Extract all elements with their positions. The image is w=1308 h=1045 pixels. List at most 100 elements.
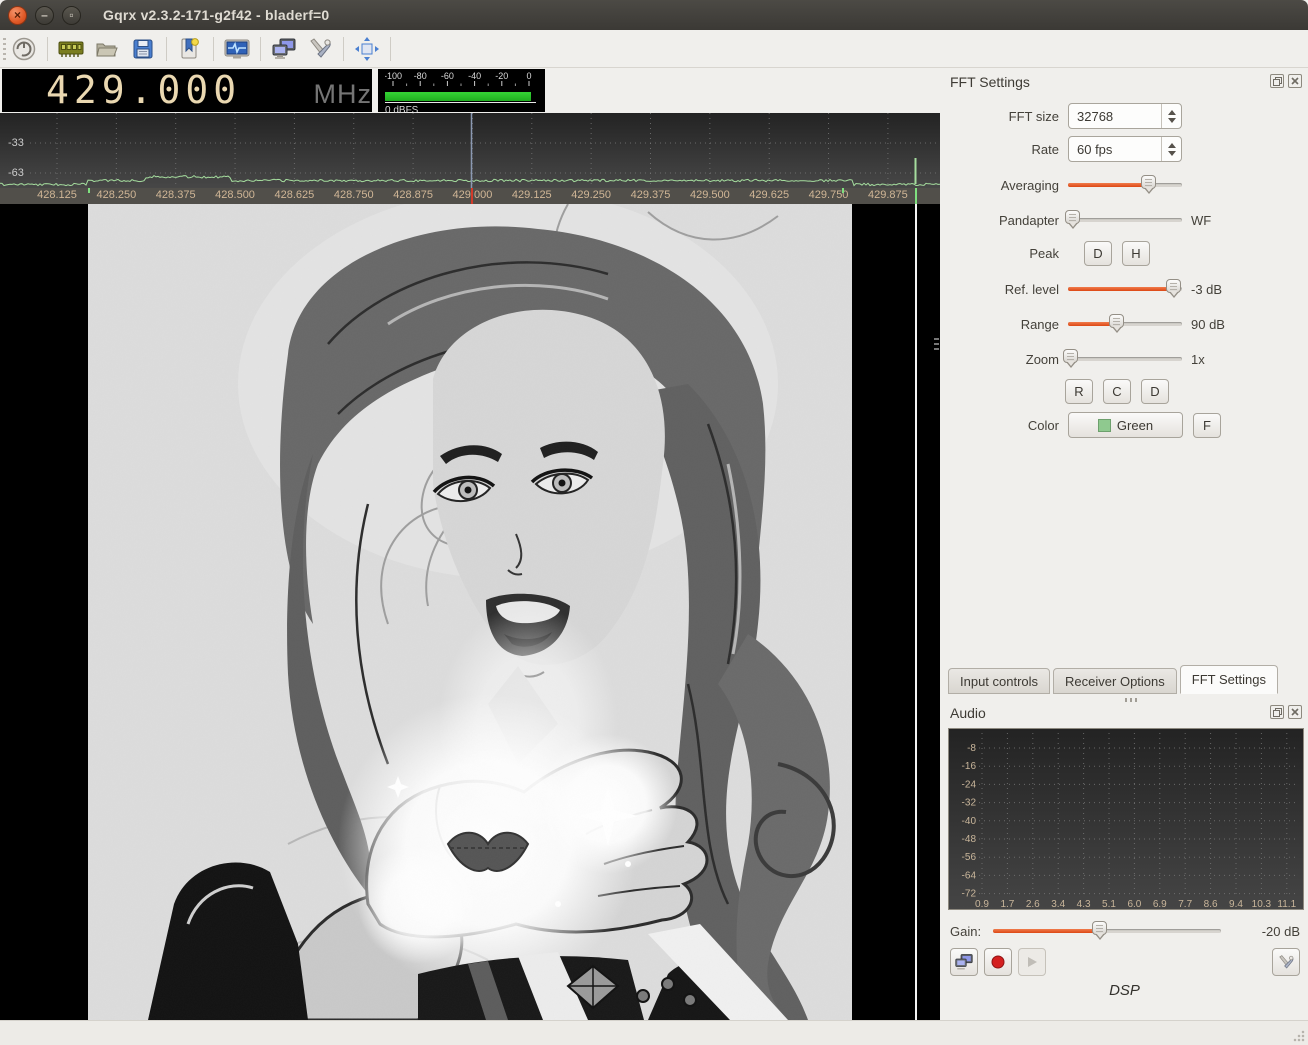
tab-fft-settings[interactable]: FFT Settings <box>1179 665 1278 694</box>
dsp-button[interactable]: DSP <box>941 982 1308 999</box>
svg-text:-8: -8 <box>967 743 976 754</box>
audio-play-button[interactable] <box>1018 948 1046 976</box>
float-icon <box>1272 76 1282 86</box>
waterfall-display[interactable] <box>0 204 940 1020</box>
audio-options-button[interactable] <box>1272 948 1300 976</box>
svg-text:-80: -80 <box>414 71 427 81</box>
fft-size-value: 32768 <box>1077 108 1114 124</box>
tab-input-controls[interactable]: Input controls <box>948 668 1051 694</box>
gain-slider[interactable] <box>993 920 1222 942</box>
save-button[interactable] <box>125 33 161 65</box>
zoom-reset-button[interactable]: R <box>1065 378 1093 404</box>
svg-text:-48: -48 <box>962 834 977 845</box>
frequency-scale-tick: 429.875 <box>868 189 908 201</box>
rate-spinbox[interactable]: 60 fps <box>1068 136 1182 162</box>
frequency-scale-tick: 429.375 <box>630 189 671 201</box>
bookmarks-button[interactable] <box>172 33 208 65</box>
close-button[interactable]: × <box>8 5 27 25</box>
slider-handle[interactable] <box>1064 210 1080 229</box>
memory-chip-icon <box>58 41 84 57</box>
slider-handle[interactable] <box>1063 349 1079 368</box>
audio-dock-close-button[interactable] <box>1288 705 1302 719</box>
range-slider[interactable] <box>1068 313 1182 335</box>
averaging-label: Averaging <box>1000 177 1059 193</box>
spectrum-db-tick: -63 <box>8 167 24 179</box>
svg-text:1.7: 1.7 <box>1000 899 1014 909</box>
horizontal-splitter-handle[interactable] <box>1124 698 1139 702</box>
svg-text:5.1: 5.1 <box>1102 899 1116 909</box>
frequency-scale-tick: 428.500 <box>215 189 255 201</box>
band-edge-marker <box>842 188 844 193</box>
spectrum-display[interactable]: -33 -63 <box>0 113 940 188</box>
gain-value: -20 dB <box>1261 923 1300 939</box>
svg-text:-20: -20 <box>495 71 508 81</box>
signal-meter-line <box>385 102 536 103</box>
audio-record-button[interactable] <box>984 948 1012 976</box>
audio-stream-button[interactable] <box>950 948 978 976</box>
ref-level-slider[interactable] <box>1068 278 1182 300</box>
range-value: 90 dB <box>1191 316 1225 332</box>
signal-meter: -100 -80 -60 -40 -20 0 0 dBFS <box>378 69 545 116</box>
io-devices-button[interactable] <box>53 33 89 65</box>
floppy-disk-icon <box>133 39 153 58</box>
spin-up-icon <box>1167 106 1176 115</box>
fullscreen-button[interactable] <box>349 33 385 65</box>
tools-button[interactable] <box>302 33 338 65</box>
titlebar[interactable]: × – ▫ Gqrx v2.3.2-171-g2f42 - bladerf=0 <box>0 0 1308 30</box>
fft-dock-close-button[interactable] <box>1288 74 1302 88</box>
power-button[interactable] <box>6 33 42 65</box>
peak-detect-button[interactable]: D <box>1084 240 1112 266</box>
open-button[interactable] <box>89 33 125 65</box>
signal-meter-scale: -100 -80 -60 -40 -20 0 <box>384 71 532 86</box>
spectrum-db-tick: -33 <box>8 137 24 149</box>
peak-hold-button[interactable]: H <box>1122 240 1150 266</box>
maximize-button[interactable]: ▫ <box>62 5 81 25</box>
computers-icon <box>955 954 973 970</box>
audio-fft-display[interactable]: -8 -16 -24 -32 -40 -48 -56 -64 -72 0.9 1.7 2.6 3.4 4.… <box>948 728 1304 910</box>
slider-handle[interactable] <box>1092 921 1108 940</box>
svg-text:-60: -60 <box>441 71 454 81</box>
fft-display-button[interactable] <box>219 33 255 65</box>
svg-text:7.7: 7.7 <box>1178 899 1192 909</box>
status-bar <box>0 1020 1308 1045</box>
rate-label: Rate <box>1031 141 1059 157</box>
bookmark-icon <box>181 37 199 58</box>
zoom-demod-button[interactable]: D <box>1141 378 1169 404</box>
record-dot-icon <box>991 955 1005 969</box>
fill-toggle-button[interactable]: F <box>1193 412 1221 438</box>
remote-control-button[interactable] <box>266 33 302 65</box>
svg-text:-100: -100 <box>385 71 402 81</box>
fft-dock-float-button[interactable] <box>1270 74 1284 88</box>
close-icon <box>1291 708 1299 716</box>
svg-text:-32: -32 <box>962 798 977 809</box>
svg-text:-72: -72 <box>962 889 977 900</box>
frequency-scale-tick: 428.750 <box>333 189 374 201</box>
frequency-scale[interactable]: 428.125 428.250 428.375 428.500 428.625 428.7… <box>0 188 940 204</box>
color-swatch <box>1097 418 1111 432</box>
spinbox-arrows[interactable] <box>1161 104 1181 128</box>
slider-handle[interactable] <box>1140 175 1156 194</box>
averaging-slider[interactable] <box>1068 174 1182 196</box>
frequency-unit: MHz <box>313 79 372 109</box>
audio-dock-float-button[interactable] <box>1270 705 1284 719</box>
float-icon <box>1272 707 1282 717</box>
spinbox-arrows[interactable] <box>1161 137 1181 161</box>
fft-size-spinbox[interactable]: 32768 <box>1068 103 1182 129</box>
frequency-scale-tick: 429.500 <box>689 189 730 201</box>
slider-handle[interactable] <box>1166 279 1182 298</box>
frequency-display[interactable]: 429.000 000 MHz <box>2 69 372 153</box>
range-label: Range <box>1020 316 1059 332</box>
color-select[interactable]: Green <box>1068 412 1183 438</box>
audio-dock-title: Audio <box>950 705 986 721</box>
zoom-slider[interactable] <box>1063 348 1182 370</box>
tab-receiver-options[interactable]: Receiver Options <box>1053 668 1177 694</box>
pandapter-slider[interactable] <box>1064 209 1182 231</box>
slider-handle[interactable] <box>1109 314 1125 333</box>
svg-text:0.9: 0.9 <box>975 899 989 909</box>
zoom-center-button[interactable]: C <box>1103 378 1131 404</box>
minimize-button[interactable]: – <box>35 5 54 25</box>
resize-grip[interactable] <box>1293 1030 1305 1042</box>
svg-text:0: 0 <box>526 71 531 81</box>
pandapter-label: Pandapter <box>999 212 1059 228</box>
vertical-splitter-handle[interactable] <box>934 338 939 352</box>
